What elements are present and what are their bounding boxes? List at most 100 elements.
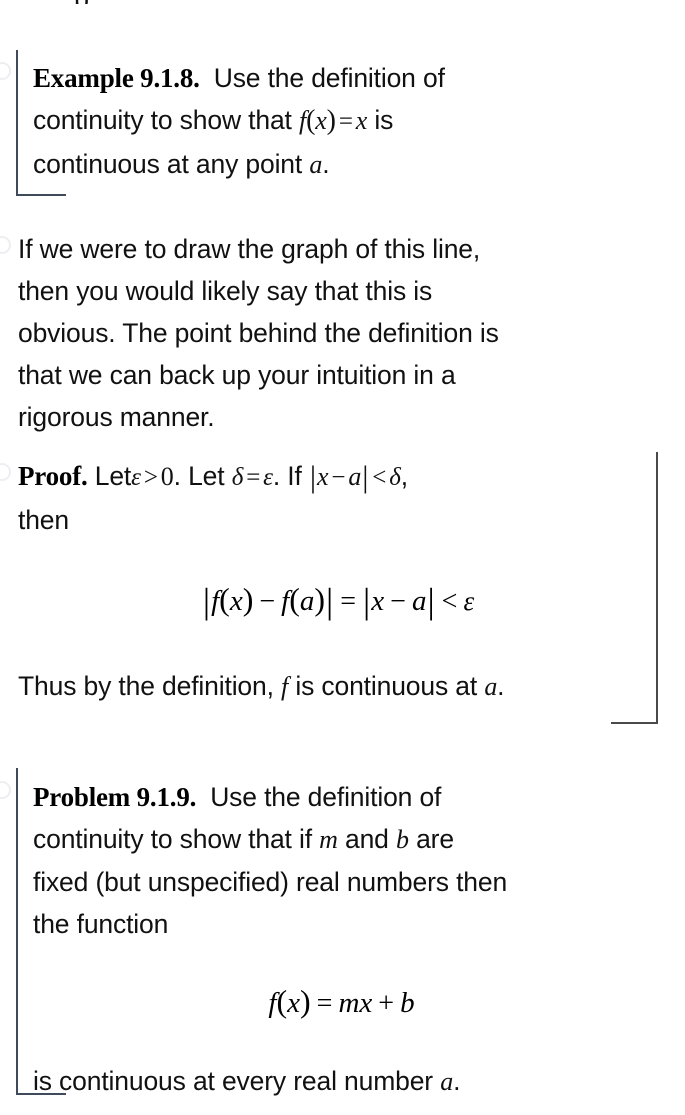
proof-block: Proof. Letε >0. Let δ = ε. If |x − a| < δ, then… [18, 452, 658, 724]
math-a-point: a [309, 150, 323, 179]
example-line1-tail: Use the definition of [213, 63, 445, 93]
math-lparen: ( [306, 105, 316, 136]
math-equals-delta: = [246, 464, 261, 491]
problem-closing: is continuous at every real number a. [33, 1060, 650, 1103]
problem-block: Problem 9.1.9. Use the definition of cont… [16, 768, 656, 1096]
proof-intro-4: , [400, 461, 408, 491]
eq-abs-close-2: | [427, 581, 435, 621]
math-zero: 0 [160, 462, 174, 491]
eq-x: x [229, 585, 243, 617]
peq-m: m [338, 987, 360, 1019]
math-minus-proof: − [331, 464, 346, 491]
math-f: f [298, 106, 307, 135]
anchor-icon-example[interactable] [0, 62, 11, 80]
eq-f: f [211, 585, 220, 617]
eq-minus-2: − [390, 586, 406, 617]
math-x-rhs: x [355, 106, 368, 135]
peq-equals: = [316, 988, 333, 1019]
clipped-top-text-value: p [74, 0, 89, 4]
problem-bottom-rule [16, 1093, 66, 1095]
math-delta-2: δ [389, 464, 401, 491]
peq-lparen: ( [276, 983, 288, 1019]
problem-label: Problem 9.1.9. [33, 782, 197, 812]
example-label: Example 9.1.8. [33, 63, 200, 93]
document-page: p Example 9.1.8. Use the definition of co… [0, 0, 685, 1115]
eq-x2: x [371, 585, 385, 617]
math-greater-than: > [143, 464, 158, 491]
clipped-top-text: p [0, 0, 685, 4]
eq-abs-open-1: | [202, 581, 211, 621]
proof-label: Proof. [18, 461, 88, 491]
proof-conclusion: Thus by the definition, f is continuous … [18, 665, 658, 708]
eq-f2: f [281, 585, 290, 617]
example-bottom-rule [16, 194, 66, 196]
example-paragraph: Example 9.1.8. Use the definition of cont… [33, 50, 650, 186]
example-line3-pre: continuous at any point [33, 149, 303, 179]
problem-display-equation: f(x) = mx + b [33, 983, 650, 1020]
eq-epsilon: ε [463, 586, 475, 616]
eq-rparen: ) [242, 581, 254, 617]
problem-line2-mid: and [345, 824, 389, 854]
example-line2-post: is [374, 105, 394, 135]
math-x: x [315, 106, 327, 135]
math-epsilon: ε [131, 464, 141, 491]
eq-abs-close-1: | [326, 581, 334, 621]
eq-equals: = [340, 586, 357, 617]
eq-lparen: ( [219, 581, 230, 617]
problem-left-rule [16, 768, 18, 1095]
proof-intro-1: Let [94, 461, 132, 491]
intuition-paragraph: If we were to draw the graph of this lin… [18, 228, 658, 438]
math-a-conclusion: a [484, 672, 498, 701]
math-less-than: < [372, 464, 387, 491]
problem-paragraph: Problem 9.1.9. Use the definition of cont… [33, 768, 650, 945]
intuition-line-5: rigorous manner. [18, 402, 215, 432]
proof-display-equation: |f(x) − f(a)| = |x − a| < ε [18, 577, 658, 621]
eq-less-than: < [441, 586, 458, 617]
math-x-proof: x [316, 462, 329, 491]
peq-rparen: ) [300, 983, 311, 1019]
example-line3-post: . [322, 149, 330, 179]
proof-right-rule [656, 452, 658, 724]
math-abs-close: | [362, 459, 369, 494]
problem-closing-post: . [453, 1066, 461, 1096]
intuition-line-2: then you would likely say that this is [18, 276, 433, 306]
anchor-icon-problem[interactable] [0, 781, 11, 799]
intuition-line-3: obvious. The point behind the definition… [18, 318, 499, 348]
proof-intro-2: . Let [173, 461, 225, 491]
example-left-rule [16, 50, 18, 196]
proof-conclusion-post: is continuous at [295, 671, 478, 701]
proof-statement: Proof. Letε >0. Let δ = ε. If |x − a| < δ, then [18, 452, 658, 541]
math-a-proof: a [348, 462, 362, 491]
math-equals: = [338, 108, 353, 135]
eq-abs-open-2: | [363, 581, 371, 621]
eq-rparen-2: ) [314, 581, 326, 617]
math-rparen: ) [326, 105, 336, 136]
math-a-closing: a [440, 1067, 454, 1096]
math-m: m [319, 825, 338, 854]
eq-minus: − [259, 586, 276, 617]
proof-then-word: then [18, 505, 69, 535]
problem-line4: the function [33, 909, 169, 939]
peq-plus: + [378, 988, 395, 1019]
proof-conclusion-end: . [497, 671, 505, 701]
problem-closing-pre: is continuous at every real number [33, 1066, 433, 1096]
anchor-icon-proof[interactable] [0, 463, 11, 481]
example-math-fx-equals-x: f(x) = x [298, 105, 368, 136]
problem-line2-post: are [416, 824, 454, 854]
math-f-conclusion: f [281, 672, 289, 701]
anchor-icon-paragraph[interactable] [0, 236, 11, 254]
math-abs-open: | [309, 459, 316, 494]
peq-b: b [400, 987, 415, 1019]
eq-a: a [299, 585, 315, 617]
example-line2-pre: continuity to show that [33, 105, 292, 135]
math-b: b [395, 825, 409, 854]
proof-conclusion-pre: Thus by the definition, [18, 671, 274, 701]
proof-intro-3: . If [272, 461, 302, 491]
problem-line3: fixed (but unspecified) real numbers the… [33, 867, 508, 897]
intuition-line-4: that we can back up your intuition in a [18, 360, 456, 390]
eq-lparen-2: ( [289, 581, 300, 617]
math-delta: δ [231, 464, 244, 491]
intuition-line-1: If we were to draw the graph of this lin… [18, 234, 481, 264]
problem-line1-tail: Use the definition of [210, 782, 442, 812]
math-epsilon-2: ε [263, 464, 273, 491]
